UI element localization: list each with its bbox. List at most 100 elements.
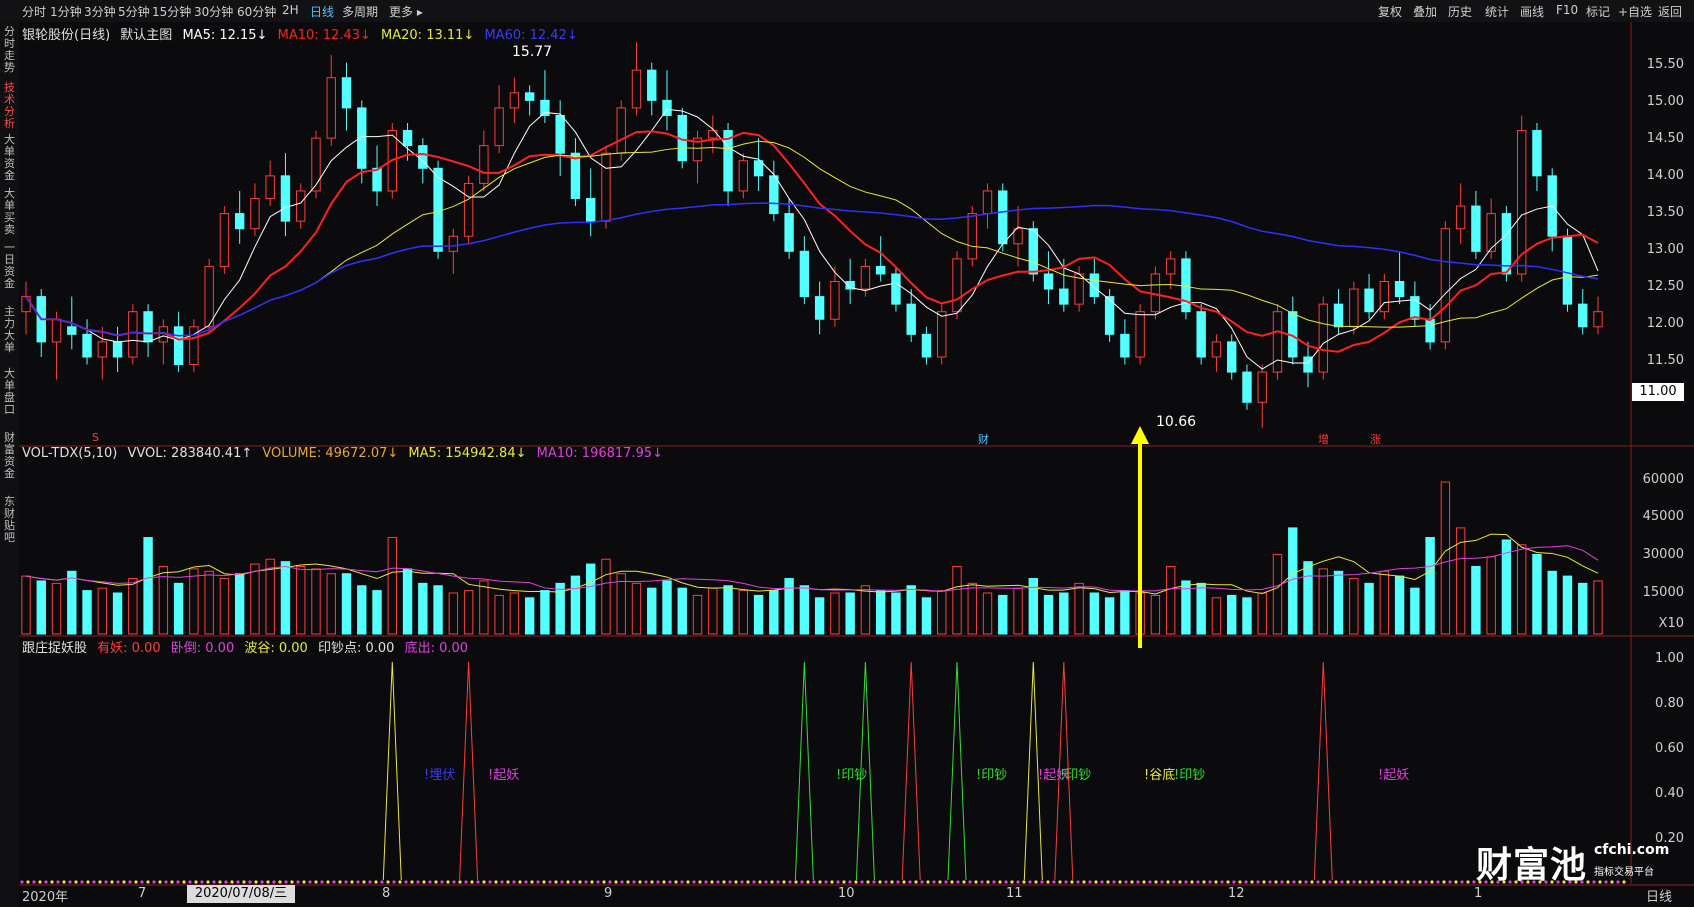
candle-body[interactable] bbox=[1242, 371, 1252, 403]
volume-bar[interactable] bbox=[51, 582, 62, 635]
candle-body[interactable] bbox=[998, 190, 1008, 245]
candle-body[interactable] bbox=[509, 92, 520, 109]
volume-bar[interactable] bbox=[326, 573, 336, 635]
candle-body[interactable] bbox=[616, 107, 626, 154]
candle-body[interactable] bbox=[1043, 273, 1054, 290]
volume-bar[interactable] bbox=[662, 580, 672, 635]
candle-body[interactable] bbox=[1440, 228, 1451, 343]
volume-bar[interactable] bbox=[1211, 597, 1222, 635]
volume-bar[interactable] bbox=[36, 580, 46, 635]
volume-bar[interactable] bbox=[830, 592, 840, 635]
volume-bar[interactable] bbox=[723, 585, 733, 635]
volume-bar[interactable] bbox=[601, 558, 611, 635]
volume-bar[interactable] bbox=[1562, 575, 1573, 635]
candle-body[interactable] bbox=[173, 326, 184, 366]
candle-body[interactable] bbox=[1578, 303, 1588, 328]
candle-body[interactable] bbox=[51, 318, 62, 343]
volume-bar[interactable] bbox=[1104, 597, 1115, 635]
candle-body[interactable] bbox=[570, 152, 581, 199]
volume-bar[interactable] bbox=[586, 563, 596, 635]
candle-body[interactable] bbox=[1059, 288, 1069, 305]
candle-body[interactable] bbox=[280, 175, 291, 222]
volume-bar[interactable] bbox=[82, 590, 92, 635]
candle-body[interactable] bbox=[1120, 333, 1130, 358]
volume-bar[interactable] bbox=[372, 590, 382, 635]
volume-bar[interactable] bbox=[891, 592, 901, 635]
volume-bar[interactable] bbox=[1364, 582, 1374, 635]
volume-bar[interactable] bbox=[860, 585, 871, 635]
candle-body[interactable] bbox=[891, 273, 901, 305]
volume-bar[interactable] bbox=[769, 590, 779, 635]
volume-bar[interactable] bbox=[1272, 553, 1283, 635]
candle-body[interactable] bbox=[326, 77, 336, 139]
volume-bar[interactable] bbox=[814, 597, 825, 635]
candle-body[interactable] bbox=[708, 130, 718, 139]
volume-bar[interactable] bbox=[1532, 553, 1542, 635]
volume-bar[interactable] bbox=[982, 592, 993, 635]
volume-bar[interactable] bbox=[402, 568, 413, 635]
candle-body[interactable] bbox=[830, 281, 840, 320]
candle-body[interactable] bbox=[1349, 288, 1359, 328]
volume-bar[interactable] bbox=[234, 573, 245, 635]
candle-body[interactable] bbox=[1272, 311, 1283, 373]
volume-bar[interactable] bbox=[265, 558, 275, 635]
candle-body[interactable] bbox=[601, 152, 611, 222]
candle-body[interactable] bbox=[647, 69, 657, 101]
volume-bar[interactable] bbox=[631, 582, 642, 635]
candle-body[interactable] bbox=[1227, 341, 1237, 373]
candle-body[interactable] bbox=[921, 333, 932, 358]
candle-body[interactable] bbox=[982, 190, 993, 215]
volume-bar[interactable] bbox=[204, 570, 214, 635]
candle-body[interactable] bbox=[1257, 371, 1267, 403]
volume-bar[interactable] bbox=[1379, 570, 1390, 635]
candle-body[interactable] bbox=[1593, 311, 1603, 328]
candle-body[interactable] bbox=[875, 265, 886, 275]
volume-bar[interactable] bbox=[952, 565, 962, 635]
candle-body[interactable] bbox=[311, 137, 321, 192]
volume-bar[interactable] bbox=[1547, 570, 1557, 635]
volume-bar[interactable] bbox=[845, 592, 855, 635]
volume-bar[interactable] bbox=[998, 594, 1008, 635]
candle-body[interactable] bbox=[906, 303, 916, 335]
volume-bar[interactable] bbox=[1227, 594, 1237, 635]
candle-body[interactable] bbox=[1394, 281, 1405, 298]
volume-bar[interactable] bbox=[311, 568, 321, 635]
volume-bar[interactable] bbox=[128, 578, 138, 635]
candle-body[interactable] bbox=[937, 311, 947, 358]
candle-body[interactable] bbox=[1379, 281, 1390, 313]
candle-body[interactable] bbox=[1501, 213, 1512, 275]
candle-body[interactable] bbox=[1318, 303, 1328, 373]
candle-body[interactable] bbox=[586, 197, 596, 222]
volume-bar[interactable] bbox=[341, 573, 352, 635]
volume-bar[interactable] bbox=[1043, 594, 1054, 635]
candle-body[interactable] bbox=[1333, 303, 1344, 328]
volume-bar[interactable] bbox=[1440, 481, 1451, 635]
candle-body[interactable] bbox=[814, 296, 825, 320]
indicator-name[interactable]: 跟庄捉妖股 bbox=[22, 641, 87, 656]
volume-bar[interactable] bbox=[540, 590, 550, 635]
event-marker[interactable]: 涨 bbox=[1370, 431, 1381, 447]
volume-bar[interactable] bbox=[1394, 575, 1405, 635]
volume-bar[interactable] bbox=[1349, 578, 1359, 635]
main-template[interactable]: 默认主图 bbox=[120, 28, 172, 43]
volume-bar[interactable] bbox=[875, 590, 886, 635]
candle-body[interactable] bbox=[769, 175, 779, 215]
volume-bar[interactable] bbox=[1150, 594, 1161, 635]
candle-body[interactable] bbox=[524, 92, 535, 101]
candle-body[interactable] bbox=[1532, 130, 1542, 177]
volume-bar[interactable] bbox=[677, 587, 687, 635]
volume-bar[interactable] bbox=[1303, 561, 1313, 635]
candle-body[interactable] bbox=[97, 341, 108, 358]
candle-body[interactable] bbox=[448, 235, 459, 252]
candle-body[interactable] bbox=[753, 160, 764, 177]
candle-body[interactable] bbox=[1425, 318, 1435, 343]
volume-bar[interactable] bbox=[1486, 556, 1496, 635]
event-marker[interactable]: 财 bbox=[978, 431, 989, 447]
candle-body[interactable] bbox=[433, 167, 443, 252]
candle-body[interactable] bbox=[21, 296, 31, 313]
volume-bar[interactable] bbox=[21, 575, 31, 635]
volume-bar[interactable] bbox=[616, 573, 626, 635]
volume-bar[interactable] bbox=[296, 565, 306, 635]
candle-body[interactable] bbox=[784, 213, 794, 252]
volume-bar[interactable] bbox=[1578, 582, 1588, 635]
